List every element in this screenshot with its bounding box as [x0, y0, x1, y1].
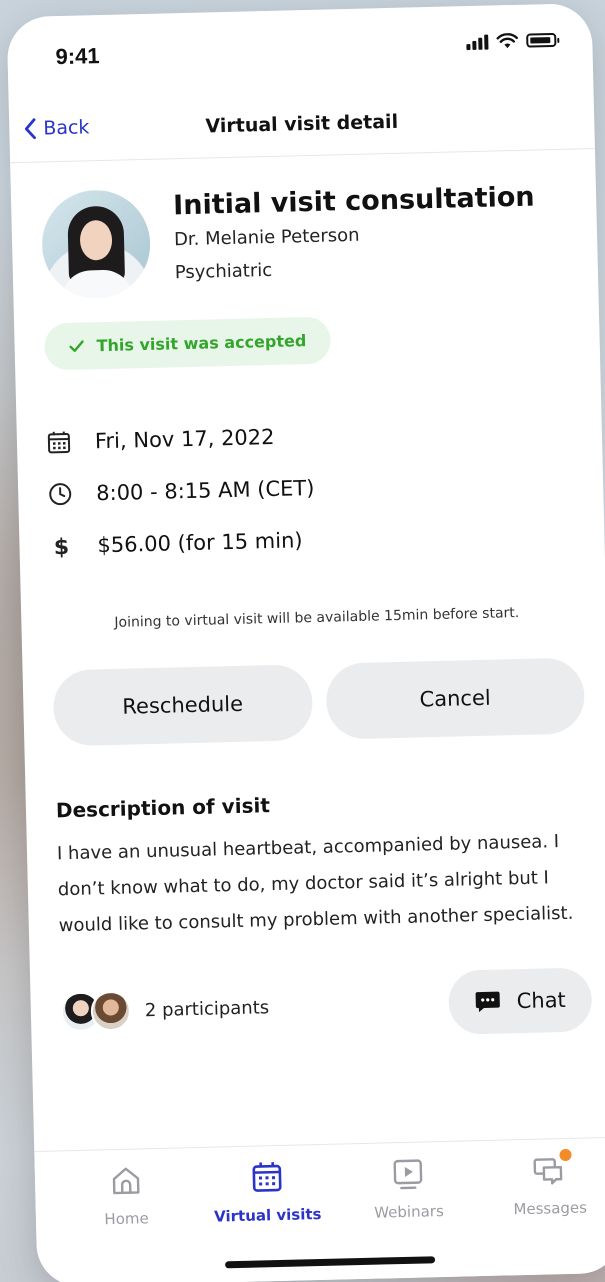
participants-row: 2 participants Chat [60, 967, 593, 1044]
action-buttons: Reschedule Cancel [52, 657, 586, 747]
tab-messages-label: Messages [513, 1198, 588, 1219]
participants[interactable]: 2 participants [60, 987, 270, 1033]
tab-webinars[interactable]: Webinars [337, 1155, 480, 1222]
visit-price: $56.00 (for 15 min) [97, 528, 303, 558]
battery-icon [526, 32, 557, 48]
visit-header: Initial visit consultation Dr. Melanie P… [40, 179, 574, 300]
signal-icon [466, 34, 489, 51]
join-note: Joining to virtual visit will be availab… [114, 604, 520, 631]
calendar-icon [47, 430, 72, 455]
visit-title-block: Initial visit consultation Dr. Melanie P… [173, 179, 537, 295]
cancel-button[interactable]: Cancel [324, 657, 586, 740]
tab-webinars-label: Webinars [374, 1202, 444, 1222]
play-icon [391, 1156, 426, 1191]
doctor-name: Dr. Melanie Peterson [173, 224, 360, 251]
navigation-bar: Back Virtual visit detail [8, 88, 595, 164]
status-badge: This visit was accepted [44, 316, 331, 371]
tab-messages[interactable]: Messages [478, 1148, 605, 1219]
visit-date: Fri, Nov 17, 2022 [94, 424, 275, 454]
doctor-specialty: Psychiatric [174, 259, 273, 284]
checkmark-icon [69, 339, 84, 352]
chat-label: Chat [516, 987, 567, 1014]
tab-home[interactable]: Home [55, 1162, 198, 1229]
status-bar: 9:41 [7, 23, 593, 77]
visit-info-list: Fri, Nov 17, 2022 8:00 - 8:15 AM (CET) $ [46, 404, 581, 573]
calendar-icon [249, 1160, 284, 1195]
avatar [90, 990, 132, 1032]
clock-icon [48, 482, 73, 507]
visit-title: Initial visit consultation [172, 181, 535, 222]
messages-icon [532, 1148, 573, 1188]
description-text: I have an unusual heartbeat, accompanied… [56, 831, 574, 937]
notification-dot [559, 1148, 573, 1162]
chat-button[interactable]: Chat [447, 967, 593, 1035]
visit-time: 8:00 - 8:15 AM (CET) [95, 475, 315, 506]
participant-avatars [60, 990, 132, 1033]
status-icons [466, 32, 557, 51]
status-time: 9:41 [55, 43, 100, 70]
participants-count: 2 participants [144, 996, 270, 1021]
doctor-avatar [40, 188, 152, 300]
home-indicator[interactable] [224, 1256, 435, 1269]
description-heading: Description of visit [55, 793, 271, 823]
tab-virtual-visits-label: Virtual visits [213, 1205, 322, 1226]
svg-text:$: $ [54, 535, 70, 558]
reschedule-button[interactable]: Reschedule [52, 664, 313, 747]
page-title: Virtual visit detail [205, 110, 399, 138]
dollar-icon: $ [49, 534, 74, 558]
tab-virtual-visits[interactable]: Virtual visits [196, 1159, 339, 1226]
home-icon [108, 1163, 143, 1198]
visit-detail-content: Initial visit consultation Dr. Melanie P… [40, 179, 593, 1045]
status-badge-label: This visit was accepted [96, 331, 307, 356]
chat-bubble-icon [475, 991, 500, 1013]
phone-screen: 9:41 Back Virtual visit detail Initial v… [6, 3, 605, 1282]
wifi-icon [496, 33, 518, 49]
tab-home-label: Home [104, 1209, 149, 1229]
tab-bar: Home Virtual visits Webinars Messages [34, 1136, 605, 1282]
